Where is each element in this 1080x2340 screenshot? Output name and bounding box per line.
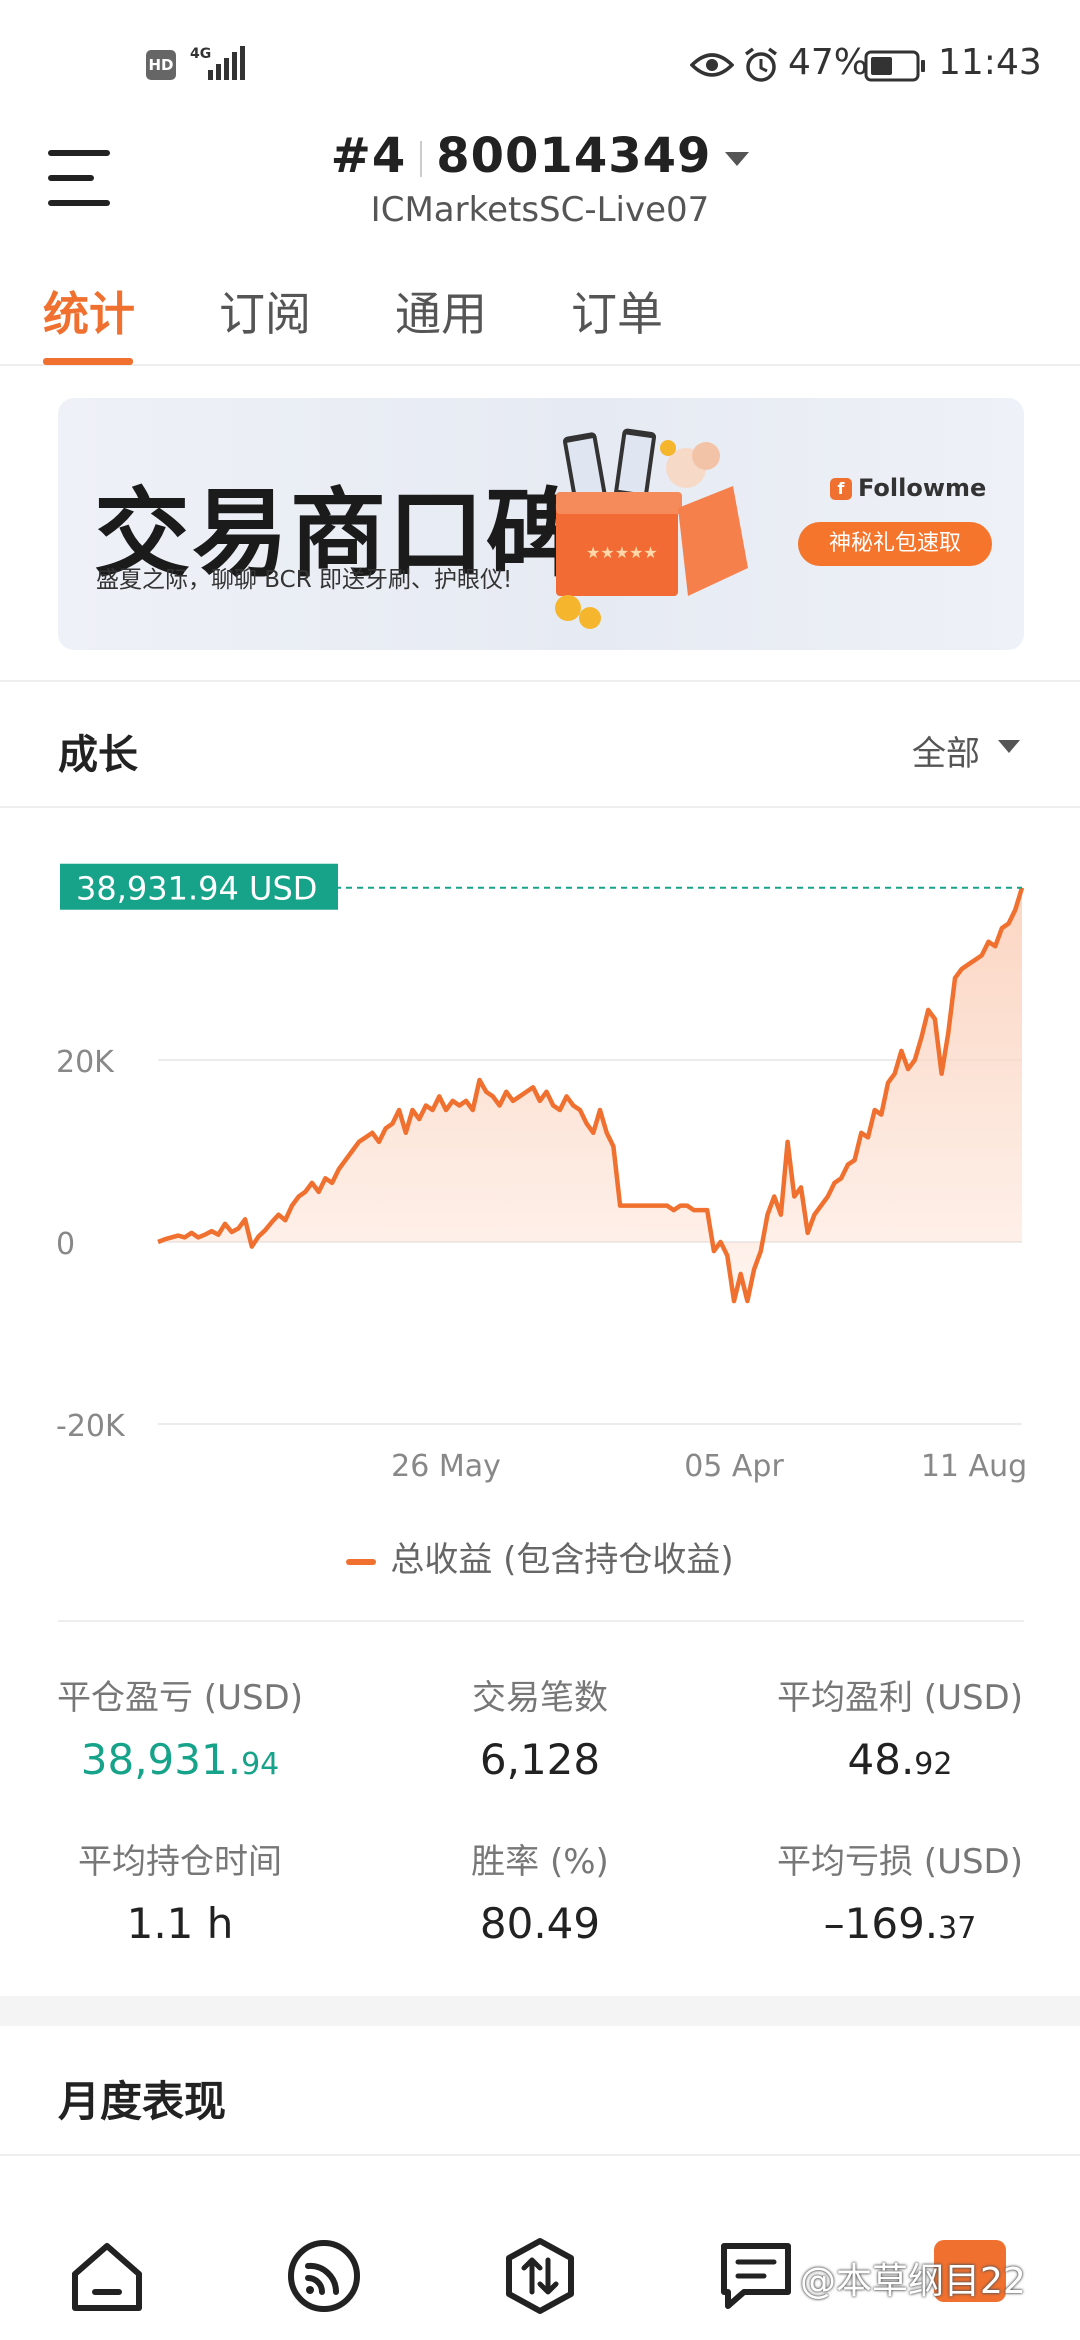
tab-orders[interactable]: 订单 — [571, 278, 663, 344]
monthly-performance-title: 月度表现 — [58, 2077, 227, 2126]
y-tick-label: 20K — [56, 1045, 115, 1080]
svg-text:★★★★★: ★★★★★ — [586, 543, 658, 562]
stat-avg-hold-time: 平均持仓时间 1.1 h — [0, 1834, 360, 1948]
home-icon[interactable] — [67, 2236, 147, 2316]
x-tick-label: 11 Aug — [921, 1449, 1027, 1484]
x-tick-label: 26 May — [391, 1449, 501, 1484]
section-divider — [0, 680, 1080, 682]
stat-value: 80.49 — [479, 1899, 601, 1948]
clock: 11:43 — [938, 42, 1042, 83]
banner-subtitle: 盛夏之际，聊聊 BCR 即送牙刷、护眼仪! — [96, 567, 513, 593]
followme-icon: f — [830, 478, 852, 500]
tab-general[interactable]: 通用 — [395, 278, 487, 344]
legend-label: 总收益 (包含持仓收益) — [390, 1540, 734, 1580]
stat-label: 平均盈利 (USD) — [777, 1678, 1023, 1718]
claim-gift-button[interactable]: 神秘礼包速取 — [798, 522, 992, 566]
section-divider — [0, 2154, 1080, 2156]
stat-label: 交易笔数 — [472, 1678, 608, 1718]
growth-title: 成长 — [58, 732, 138, 778]
stat-avg-profit: 平均盈利 (USD) 48.92 — [720, 1670, 1080, 1784]
account-selector[interactable]: #4 80014349 ICMarketsSC-Live07 — [0, 128, 1080, 230]
followme-logo: f Followme — [830, 474, 986, 502]
stat-label: 平仓盈亏 (USD) — [57, 1678, 303, 1718]
stat-avg-loss: 平均亏损 (USD) –169.37 — [720, 1834, 1080, 1948]
active-tab-indicator — [43, 358, 133, 365]
signal-icon — [208, 46, 245, 80]
range-selector[interactable]: 全部 — [912, 726, 980, 775]
promo-banner[interactable]: 交易商口碑 盛夏之际，聊聊 BCR 即送牙刷、护眼仪! ★★★★★ f Follo… — [58, 398, 1024, 650]
stat-label: 平均持仓时间 — [78, 1842, 282, 1882]
stat-trade-count: 交易笔数 6,128 — [360, 1670, 720, 1784]
y-tick-label: -20K — [56, 1409, 126, 1444]
account-index: #4 — [330, 128, 407, 184]
section-spacer — [0, 1996, 1080, 2026]
caret-down-icon — [725, 152, 750, 166]
x-tick-label: 05 Apr — [684, 1449, 784, 1484]
status-bar: HD 4G 47% 11:43 — [0, 0, 1080, 130]
battery-icon — [864, 50, 925, 82]
section-divider — [58, 1620, 1024, 1622]
hd-badge: HD — [146, 50, 176, 80]
feed-icon[interactable] — [284, 2236, 364, 2316]
stat-value: 1.1 h — [126, 1899, 234, 1948]
chart-legend: 总收益 (包含持仓收益) — [0, 1532, 1080, 1581]
stat-value: 48.92 — [847, 1735, 953, 1784]
app-screen: HD 4G 47% 11:43 #4 80014349 ICMarketsSC-… — [0, 0, 1080, 2340]
legend-swatch — [346, 1558, 377, 1565]
account-number: 80014349 — [436, 128, 712, 184]
alarm-icon — [744, 47, 778, 82]
stat-value: 38,931.94 — [80, 1735, 280, 1784]
stat-win-rate: 胜率 (%) 80.49 — [360, 1834, 720, 1948]
section-divider — [0, 806, 1080, 808]
growth-chart[interactable]: 20K 0 -20K 26 May 05 Apr 11 Aug 38,931.94 USD — [0, 840, 1080, 1500]
stat-value: 6,128 — [479, 1735, 601, 1784]
trade-icon[interactable] — [500, 2236, 580, 2316]
stat-label: 平均亏损 (USD) — [777, 1842, 1023, 1882]
tab-bar: 统计 订阅 通用 订单 — [0, 270, 1080, 366]
server-name: ICMarketsSC-Live07 — [370, 190, 710, 230]
eye-icon — [690, 53, 734, 77]
watermark: @本草纲目22 — [800, 2261, 1026, 2302]
y-tick-label: 0 — [56, 1227, 75, 1262]
series-area — [158, 887, 1022, 1302]
stat-label: 胜率 (%) — [471, 1842, 609, 1882]
tab-stats[interactable]: 统计 — [43, 278, 135, 344]
caret-down-icon[interactable] — [998, 740, 1020, 753]
battery-percent: 47% — [788, 42, 869, 83]
stat-closed-pnl: 平仓盈亏 (USD) 38,931.94 — [0, 1670, 360, 1784]
gift-box-illustration: ★★★★★ — [555, 428, 748, 629]
stat-value: –169.37 — [823, 1899, 977, 1948]
current-value-label: 38,931.94 USD — [76, 870, 317, 908]
messages-icon[interactable] — [716, 2236, 796, 2316]
tab-subscribe[interactable]: 订阅 — [219, 278, 311, 344]
